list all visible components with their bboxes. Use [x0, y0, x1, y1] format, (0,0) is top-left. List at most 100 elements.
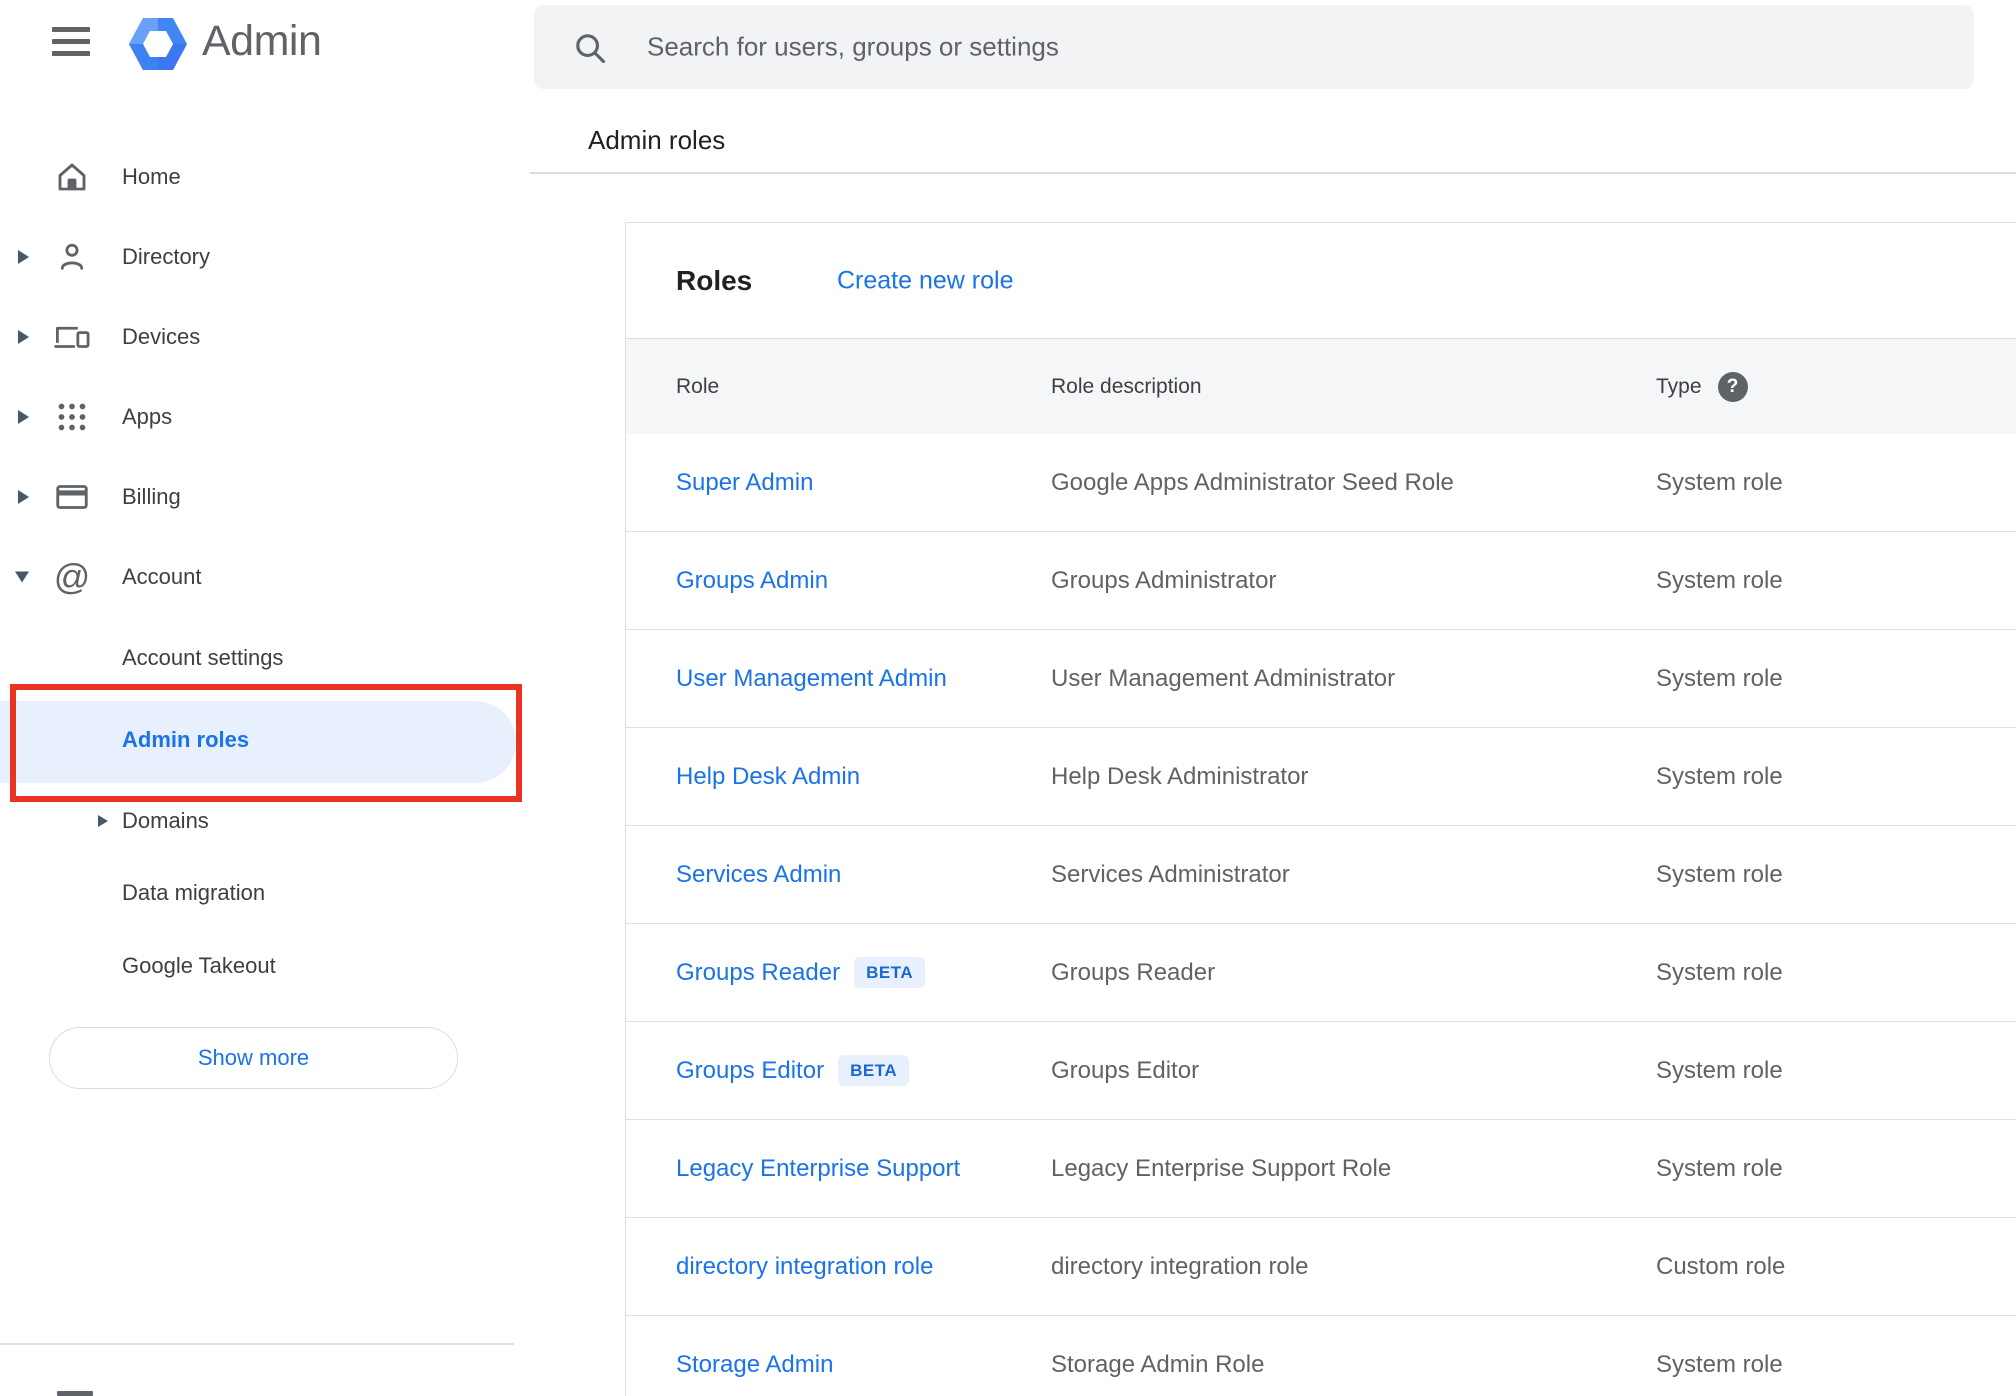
role-description: Groups Editor	[1051, 1056, 1200, 1084]
hamburger-menu-icon[interactable]	[52, 27, 90, 56]
person-icon	[50, 235, 94, 279]
apps-grid-icon	[50, 395, 94, 439]
column-header-type-label: Type	[1656, 374, 1702, 398]
table-row: Legacy Enterprise Support Legacy Enterpri…	[626, 1120, 2016, 1218]
table-row: Super Admin Google Apps Administrator See…	[626, 434, 2016, 532]
expand-arrow-icon[interactable]	[18, 250, 29, 264]
role-description: Storage Admin Role	[1051, 1350, 1265, 1378]
home-icon	[50, 155, 94, 199]
sidebar-item-label: Apps	[122, 404, 173, 429]
role-description: Groups Reader	[1051, 958, 1216, 986]
role-description: Services Administrator	[1051, 860, 1290, 888]
role-description: Groups Administrator	[1051, 566, 1277, 594]
role-type: Custom role	[1656, 1252, 1786, 1280]
role-type: System role	[1656, 1350, 1783, 1378]
role-link[interactable]: Groups Editor	[676, 1057, 824, 1085]
role-link[interactable]: Super Admin	[676, 469, 813, 497]
sidebar-item-data-migration[interactable]: Data migration	[0, 860, 514, 926]
admin-logo-text: Admin	[202, 17, 322, 65]
sidebar-item-account-settings[interactable]: Account settings	[0, 625, 514, 691]
role-description: User Management Administrator	[1051, 664, 1396, 692]
sidebar-item-label: Domains	[122, 808, 209, 833]
expand-arrow-icon[interactable]	[18, 490, 29, 504]
credit-card-icon	[50, 475, 94, 519]
role-link[interactable]: Help Desk Admin	[676, 763, 860, 791]
expand-arrow-icon[interactable]	[18, 410, 29, 424]
sidebar-item-devices[interactable]: Devices	[0, 297, 514, 377]
sidebar-bottom-divider	[0, 1343, 514, 1345]
sidebar-item-label: Directory	[122, 244, 211, 269]
role-type: System role	[1656, 468, 1783, 496]
table-header-row: Role Role description Type ?	[626, 338, 2016, 434]
table-row: Help Desk Admin Help Desk Administrator Sy…	[626, 728, 2016, 826]
role-type: System role	[1656, 664, 1783, 692]
sidebar-item-admin-roles[interactable]: Admin roles	[0, 707, 514, 773]
table-row: User Management Admin User Management Adm…	[626, 630, 2016, 728]
table-row: Groups Editor BETA Groups Editor System rol…	[626, 1022, 2016, 1120]
role-description: directory integration role	[1051, 1252, 1309, 1280]
header-divider	[530, 172, 2016, 174]
column-header-role: Role	[676, 374, 720, 398]
role-type: System role	[1656, 762, 1783, 790]
role-link[interactable]: directory integration role	[676, 1253, 933, 1281]
help-icon[interactable]: ?	[1717, 371, 1748, 402]
show-more-button[interactable]: Show more	[49, 1027, 458, 1089]
role-type: System role	[1656, 1056, 1783, 1084]
sidebar-item-label: Admin roles	[122, 727, 250, 752]
expand-arrow-icon[interactable]	[18, 330, 29, 344]
role-link[interactable]: Groups Reader	[676, 959, 840, 987]
sidebar-item-google-takeout[interactable]: Google Takeout	[0, 933, 514, 999]
sidebar-item-label: Billing	[122, 484, 181, 509]
role-link[interactable]: Groups Admin	[676, 567, 828, 595]
sidebar-item-label: Devices	[122, 324, 201, 349]
beta-badge: BETA	[854, 957, 926, 988]
card-title: Roles	[676, 264, 753, 296]
role-link[interactable]: Legacy Enterprise Support	[676, 1155, 960, 1183]
role-description: Help Desk Administrator	[1051, 762, 1309, 790]
role-link[interactable]: Storage Admin	[676, 1351, 833, 1379]
expand-arrow-icon[interactable]	[98, 815, 108, 827]
role-type: System role	[1656, 860, 1783, 888]
beta-badge: BETA	[838, 1055, 910, 1086]
sidebar-item-label: Google Takeout	[122, 953, 276, 978]
search-placeholder: Search for users, groups or settings	[647, 31, 1059, 62]
search-input[interactable]: Search for users, groups or settings	[534, 5, 1974, 89]
table-row: directory integration role directory inte…	[626, 1218, 2016, 1316]
sidebar-item-directory[interactable]: Directory	[0, 217, 514, 297]
google-admin-console: Admin Home Directory Devices Apps Billing @ Ac…	[0, 0, 2016, 1396]
sidebar-item-billing[interactable]: Billing	[0, 457, 514, 537]
feedback-icon-partial	[57, 1391, 93, 1396]
role-type: System role	[1656, 1154, 1783, 1182]
sidebar-item-label: Home	[122, 164, 181, 189]
sidebar-item-apps[interactable]: Apps	[0, 377, 514, 457]
role-link[interactable]: User Management Admin	[676, 665, 947, 693]
roles-card-header: Roles Create new role	[626, 223, 2016, 338]
table-row: Storage Admin Storage Admin Role System ro…	[626, 1316, 2016, 1396]
sidebar-item-domains[interactable]: Domains	[0, 788, 514, 854]
at-sign-icon: @	[53, 556, 91, 597]
sidebar-item-label: Data migration	[122, 880, 266, 905]
roles-card: Roles Create new role Role Role descript…	[625, 222, 2016, 1396]
role-type: System role	[1656, 566, 1783, 594]
sidebar-item-home[interactable]: Home	[0, 137, 514, 217]
search-icon	[571, 29, 609, 72]
sidebar: Admin Home Directory Devices Apps Billing @ Ac…	[0, 0, 522, 1396]
role-description: Legacy Enterprise Support Role	[1051, 1154, 1392, 1182]
roles-table-body: Super Admin Google Apps Administrator See…	[626, 434, 2016, 1396]
column-header-type: Type ?	[1656, 371, 1748, 402]
role-description: Google Apps Administrator Seed Role	[1051, 468, 1454, 496]
admin-logo: Admin	[128, 15, 458, 73]
admin-hexagon-logo-icon	[128, 16, 188, 77]
devices-icon	[50, 315, 94, 359]
table-row: Groups Admin Groups Administrator System r…	[626, 532, 2016, 630]
table-row: Services Admin Services Administrator Syst…	[626, 826, 2016, 924]
role-type: System role	[1656, 958, 1783, 986]
collapse-arrow-icon[interactable]	[15, 571, 29, 583]
sidebar-item-account[interactable]: @ Account	[0, 537, 514, 617]
create-new-role-link[interactable]: Create new role	[837, 266, 1013, 295]
sidebar-item-label: Account	[122, 564, 202, 589]
sidebar-item-label: Account settings	[122, 645, 284, 670]
breadcrumb: Admin roles	[588, 125, 726, 155]
role-link[interactable]: Services Admin	[676, 861, 841, 889]
table-row: Groups Reader BETA Groups Reader System rol…	[626, 924, 2016, 1022]
